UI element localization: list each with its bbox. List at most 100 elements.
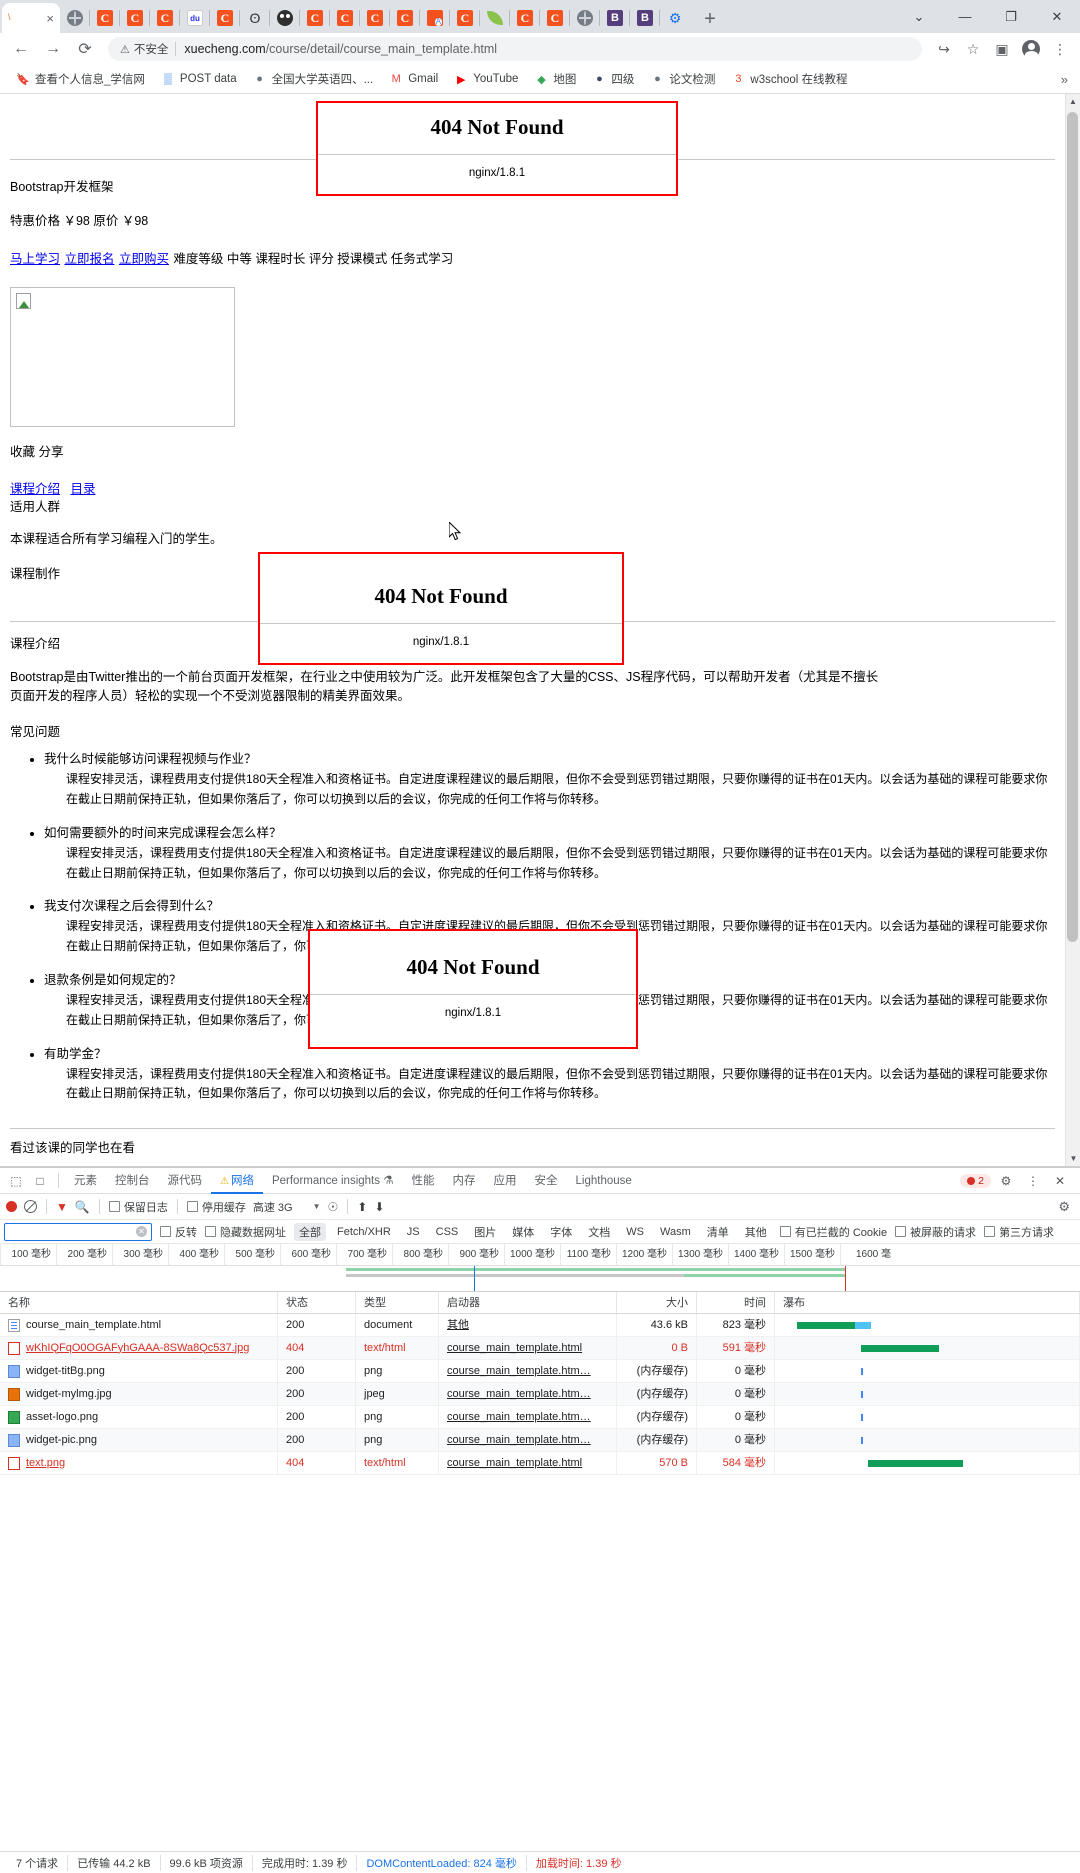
initiator[interactable]: course_main_template.html bbox=[447, 1457, 582, 1469]
column-header-type[interactable]: 类型 bbox=[356, 1292, 439, 1313]
column-header-size[interactable]: 大小 bbox=[617, 1292, 697, 1313]
pinned-tab[interactable]: B bbox=[599, 3, 630, 33]
error-count-badge[interactable]: 2 bbox=[960, 1173, 991, 1188]
devtools-tab-源代码[interactable]: 源代码 bbox=[159, 1168, 212, 1194]
pinned-tab[interactable]: C bbox=[509, 3, 540, 33]
filter-text-field[interactable] bbox=[9, 1224, 129, 1239]
search-icon[interactable]: 🔍 bbox=[75, 1200, 90, 1214]
filter-type-WS[interactable]: WS bbox=[621, 1225, 649, 1239]
new-tab-button[interactable]: + bbox=[696, 5, 724, 33]
filter-type-CSS[interactable]: CSS bbox=[431, 1225, 464, 1239]
devtools-settings-gear-icon[interactable]: ⚙ bbox=[994, 1169, 1018, 1193]
pinned-tab[interactable]: C bbox=[149, 3, 180, 33]
table-row[interactable]: asset-logo.png 200 png course_main_template… bbox=[0, 1405, 1080, 1429]
table-row[interactable]: wKhIQFqO0OGAFyhGAAA-8SWa8Qc537.jpg 404 tex… bbox=[0, 1336, 1080, 1360]
table-row[interactable]: widget-titBg.png 200 png course_main_templa… bbox=[0, 1359, 1080, 1383]
bookmark-item[interactable]: ● 四级 bbox=[584, 68, 642, 90]
filter-type-Fetch/XHR[interactable]: Fetch/XHR bbox=[332, 1225, 396, 1239]
initiator[interactable]: 其他 bbox=[447, 1319, 469, 1331]
filter-type-媒体[interactable]: 媒体 bbox=[507, 1223, 539, 1241]
preserve-log-checkbox[interactable]: 保留日志 bbox=[108, 1199, 168, 1215]
forward-button[interactable]: → bbox=[38, 35, 68, 63]
blocked-requests-checkbox[interactable]: 被屏蔽的请求 bbox=[895, 1224, 976, 1240]
column-header-initiator[interactable]: 启动器 bbox=[439, 1292, 617, 1313]
devtools-tab-安全[interactable]: 安全 bbox=[526, 1168, 567, 1194]
devtools-more-icon[interactable]: ⋮ bbox=[1021, 1169, 1045, 1193]
chevron-down-icon[interactable]: ▼ bbox=[313, 1202, 321, 1211]
tab-search-chevron-down-icon[interactable]: ⌄ bbox=[896, 0, 942, 33]
back-button[interactable]: ← bbox=[6, 35, 36, 63]
devtools-tab-内存[interactable]: 内存 bbox=[444, 1168, 485, 1194]
bookmark-item[interactable]: ● 论文检测 bbox=[642, 68, 723, 90]
pinned-tab[interactable]: C bbox=[329, 3, 360, 33]
bookmark-item[interactable]: ▶ YouTube bbox=[446, 68, 526, 90]
network-settings-gear-icon[interactable]: ⚙ bbox=[1058, 1199, 1074, 1215]
disable-cache-checkbox[interactable]: 停用缓存 bbox=[186, 1199, 246, 1215]
network-timeline-overview[interactable]: 100 毫秒 200 毫秒 300 毫秒 400 毫秒 500 毫秒 600 毫秒 700 … bbox=[0, 1244, 1080, 1292]
checkbox-icon[interactable] bbox=[895, 1226, 907, 1237]
bookmark-item[interactable]: ▒ POST data bbox=[153, 68, 245, 90]
pinned-tab[interactable]: ⚙ bbox=[659, 3, 690, 33]
initiator[interactable]: course_main_template.htm… bbox=[447, 1411, 591, 1423]
filter-input[interactable]: ✕ bbox=[4, 1222, 152, 1241]
scroll-down-arrow[interactable]: ▼ bbox=[1066, 1151, 1080, 1166]
initiator[interactable]: course_main_template.htm… bbox=[447, 1365, 591, 1377]
reload-button[interactable]: ⟳ bbox=[70, 35, 100, 63]
column-header-status[interactable]: 状态 bbox=[278, 1292, 356, 1313]
column-header-waterfall[interactable]: 瀑布 bbox=[775, 1292, 1080, 1313]
checkbox-icon[interactable] bbox=[108, 1201, 120, 1212]
pinned-tab[interactable]: C bbox=[119, 3, 150, 33]
device-toolbar-icon[interactable]: □ bbox=[28, 1169, 52, 1193]
third-party-checkbox[interactable]: 第三方请求 bbox=[984, 1224, 1054, 1240]
pinned-tab[interactable]: ʘ bbox=[239, 3, 270, 33]
tab-catalog[interactable]: 目录 bbox=[70, 482, 95, 496]
pinned-tab[interactable] bbox=[419, 3, 450, 33]
filter-type-全部[interactable]: 全部 bbox=[294, 1222, 326, 1241]
column-header-time[interactable]: 时间 bbox=[697, 1292, 775, 1313]
filter-type-JS[interactable]: JS bbox=[402, 1225, 425, 1239]
initiator[interactable]: course_main_template.html bbox=[447, 1342, 582, 1354]
column-header-name[interactable]: 名称 bbox=[0, 1292, 278, 1313]
pinned-tab[interactable]: C bbox=[299, 3, 330, 33]
side-panel-icon[interactable]: ▣ bbox=[988, 35, 1016, 63]
pinned-tab[interactable]: du bbox=[179, 3, 210, 33]
table-row[interactable]: widget-pic.png 200 png course_main_template… bbox=[0, 1428, 1080, 1452]
pinned-tab[interactable]: C bbox=[539, 3, 570, 33]
scroll-thumb[interactable] bbox=[1067, 112, 1078, 942]
pinned-tab[interactable] bbox=[60, 3, 90, 33]
filter-type-其他[interactable]: 其他 bbox=[740, 1223, 772, 1241]
tab-close-icon[interactable]: × bbox=[46, 12, 54, 25]
action-enroll[interactable]: 立即报名 bbox=[64, 252, 114, 266]
inspect-element-icon[interactable]: ⬚ bbox=[4, 1169, 28, 1193]
action-buy[interactable]: 立即购买 bbox=[119, 252, 169, 266]
pinned-tab[interactable] bbox=[269, 3, 300, 33]
bookmark-item[interactable]: M Gmail bbox=[381, 68, 446, 90]
devtools-tab-Lighthouse[interactable]: Lighthouse bbox=[567, 1168, 641, 1194]
checkbox-icon[interactable] bbox=[779, 1226, 791, 1237]
import-har-icon[interactable]: ⬆ bbox=[357, 1200, 367, 1214]
hide-data-urls-checkbox[interactable]: 隐藏数据网址 bbox=[205, 1224, 286, 1240]
chrome-menu-icon[interactable]: ⋮ bbox=[1046, 35, 1074, 63]
clear-filter-icon[interactable]: ✕ bbox=[136, 1226, 147, 1237]
table-row[interactable]: course_main_template.html 200 document 其他 43… bbox=[0, 1313, 1080, 1337]
invert-checkbox[interactable]: 反转 bbox=[160, 1224, 197, 1240]
export-har-icon[interactable]: ⬇ bbox=[374, 1200, 384, 1214]
bookmark-item[interactable]: ◆ 地图 bbox=[526, 68, 584, 90]
pinned-tab[interactable]: B bbox=[629, 3, 660, 33]
window-maximize-button[interactable]: ❐ bbox=[988, 0, 1034, 33]
pinned-tab[interactable] bbox=[569, 3, 600, 33]
scroll-up-arrow[interactable]: ▲ bbox=[1066, 94, 1080, 109]
checkbox-icon[interactable] bbox=[205, 1226, 216, 1237]
action-start-learning[interactable]: 马上学习 bbox=[10, 252, 60, 266]
blocked-cookies-checkbox[interactable]: 有已拦截的 Cookie bbox=[779, 1224, 887, 1240]
bookmark-item[interactable]: ● 全国大学英语四、... bbox=[245, 68, 382, 90]
filter-type-文档[interactable]: 文档 bbox=[583, 1223, 615, 1241]
devtools-tab-性能[interactable]: 性能 bbox=[403, 1168, 444, 1194]
pinned-tab[interactable]: C bbox=[359, 3, 390, 33]
checkbox-icon[interactable] bbox=[186, 1201, 198, 1212]
pinned-tab[interactable]: C bbox=[449, 3, 480, 33]
checkbox-icon[interactable] bbox=[160, 1226, 171, 1237]
record-button-icon[interactable] bbox=[6, 1201, 17, 1212]
devtools-close-icon[interactable]: ✕ bbox=[1048, 1169, 1072, 1193]
pinned-tab[interactable]: C bbox=[209, 3, 240, 33]
